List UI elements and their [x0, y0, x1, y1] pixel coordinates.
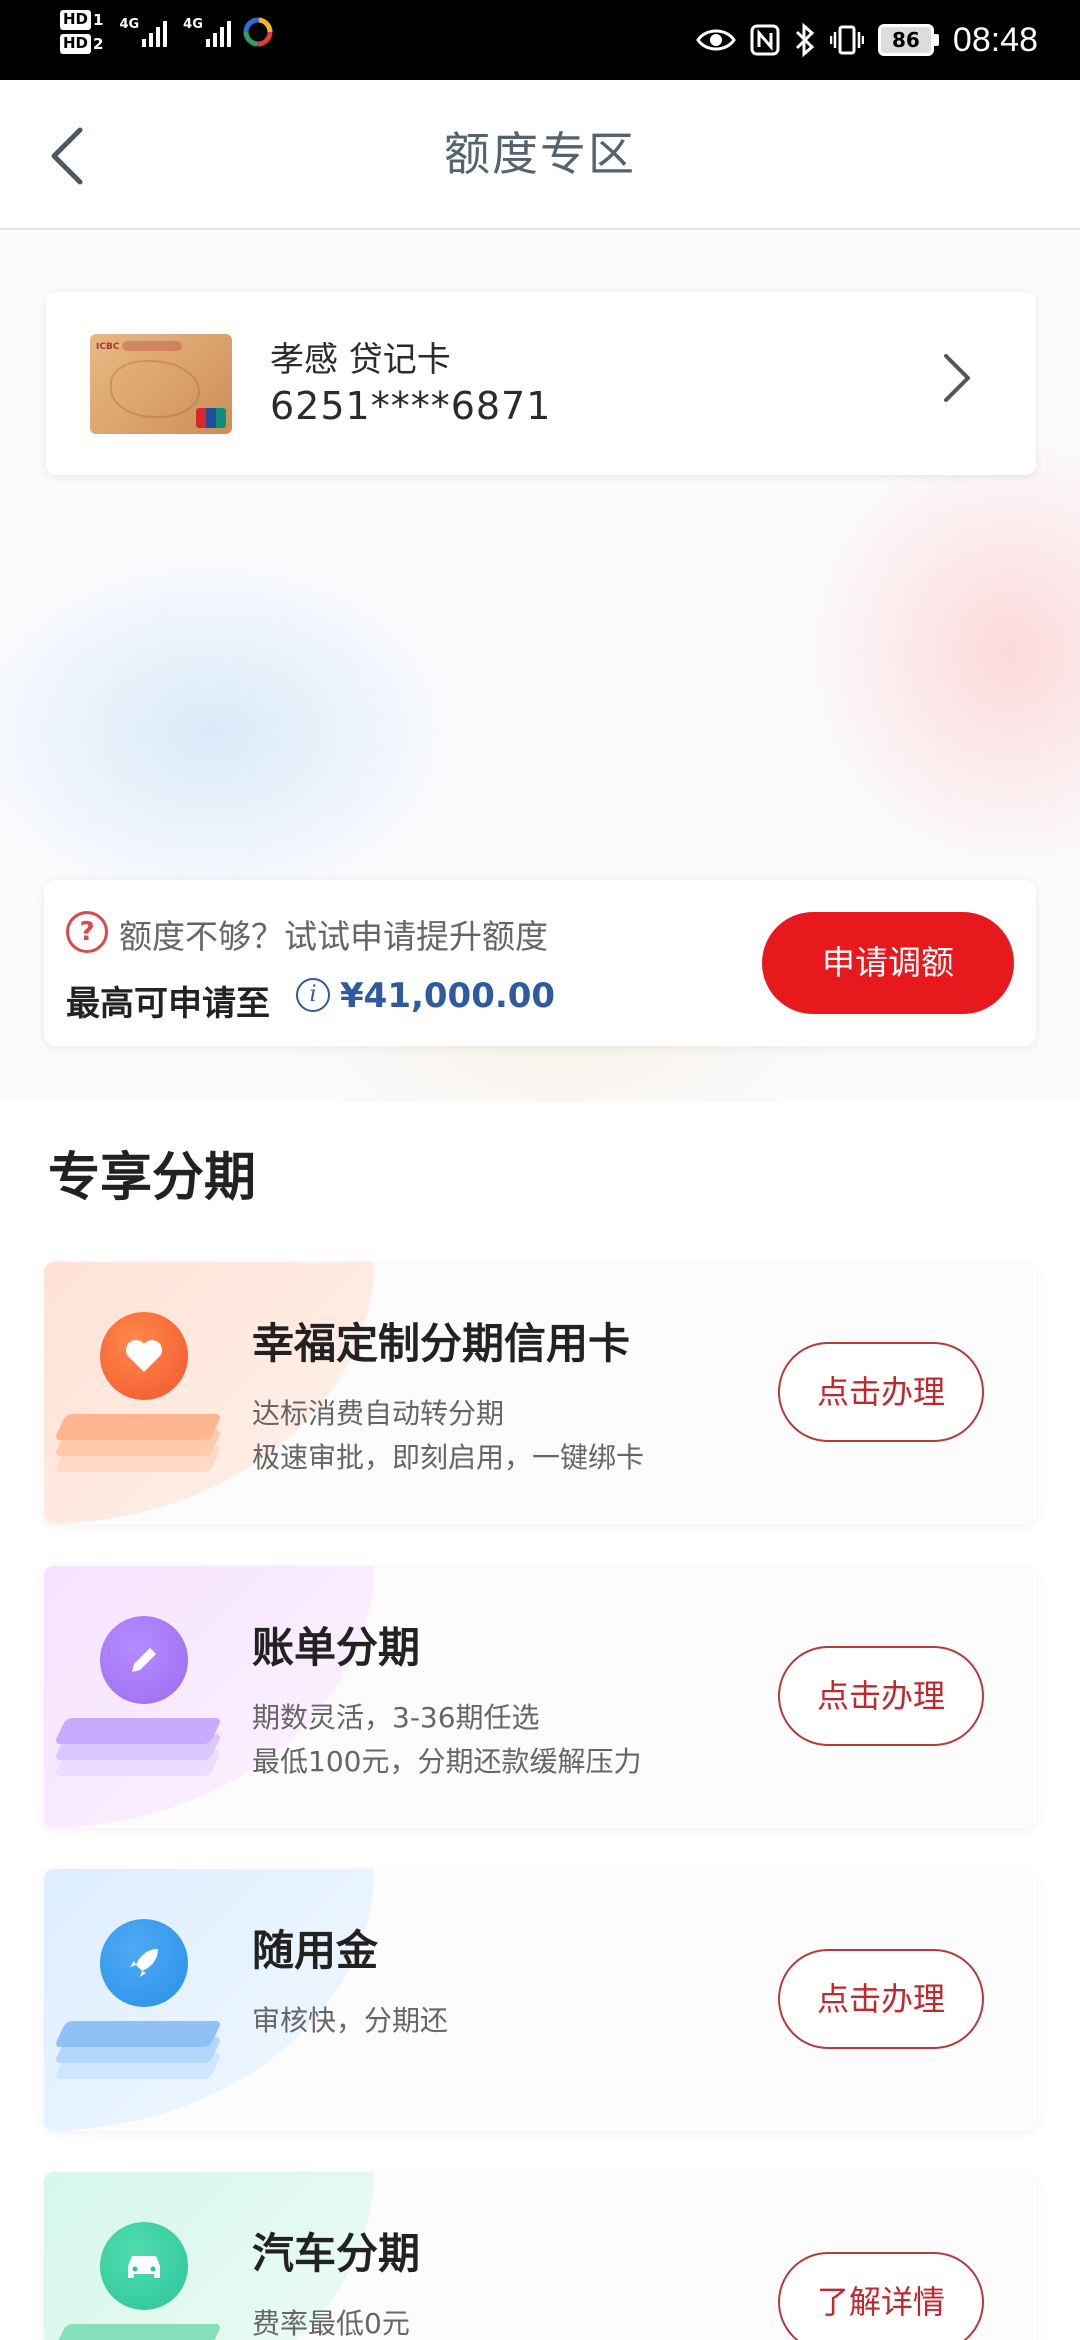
learn-more-button[interactable]: 了解详情 [778, 2252, 984, 2340]
info-icon[interactable]: i [296, 978, 330, 1012]
battery-level: 86 [877, 24, 934, 56]
network-label-1: 4G [119, 17, 140, 32]
service-card-happiness-installment[interactable]: 幸福定制分期信用卡 达标消费自动转分期 极速审批，即刻启用，一键绑卡 点击办理 [44, 1262, 1036, 1524]
service-card-cash-on-demand[interactable]: 随用金 审核快，分期还 点击办理 [44, 1869, 1036, 2131]
service-card-bill-installment[interactable]: 账单分期 期数灵活，3-36期任选 最低100元，分期还款缓解压力 点击办理 [44, 1566, 1036, 1828]
apply-button[interactable]: 点击办理 [778, 1342, 984, 1442]
limit-panel: ? 额度不够？试试申请提升额度 最高可申请至 i ¥41,000.00 申请调额 [44, 880, 1036, 1046]
service-desc-2: 最低100元，分期还款缓解压力 [252, 1745, 642, 1778]
sim2-number: 2 [93, 35, 104, 53]
card-logo-text: ICBC [96, 342, 120, 352]
service-desc-1: 期数灵活，3-36期任选 [252, 1701, 540, 1734]
status-left: HD 1 HD 2 4G 4G [60, 10, 275, 54]
service-title: 账单分期 [252, 1623, 421, 1672]
apply-button[interactable]: 点击办理 [778, 1949, 984, 2049]
apply-button[interactable]: 点击办理 [778, 1646, 984, 1746]
battery-icon: 86 [877, 24, 939, 56]
sim1-hd-badge: HD [60, 10, 92, 30]
car-icon [53, 2222, 223, 2340]
signal-icon-2: 4G [183, 17, 231, 47]
service-desc-1: 达标消费自动转分期 [252, 1397, 505, 1430]
clock: 08:48 [952, 20, 1038, 59]
status-right: 86 08:48 [696, 16, 1038, 64]
nav-bar: 额度专区 [0, 80, 1080, 230]
status-bar: HD 1 HD 2 4G 4G 86 08:48 [0, 0, 1080, 80]
limit-label: 最高可申请至 [66, 984, 270, 1024]
bluetooth-icon [795, 23, 815, 57]
service-title: 随用金 [252, 1926, 379, 1975]
credit-card-image: ICBC [90, 334, 232, 434]
pencil-icon [53, 1616, 223, 1786]
limit-hint: 额度不够？试试申请提升额度 [119, 917, 548, 956]
service-desc-2: 极速审批，即刻启用，一键绑卡 [252, 1441, 645, 1474]
section-title: 专享分期 [48, 1148, 257, 1208]
service-title: 幸福定制分期信用卡 [252, 1319, 631, 1368]
service-card-car-installment[interactable]: 汽车分期 费率最低0元 了解详情 [44, 2172, 1036, 2340]
credit-card-selector[interactable]: ICBC 孝感 贷记卡 6251****6871 [46, 292, 1036, 475]
sim2-hd-badge: HD [60, 34, 92, 54]
rocket-icon [53, 1919, 223, 2089]
apply-adjust-limit-button[interactable]: 申请调额 [762, 912, 1014, 1014]
service-desc-1: 审核快，分期还 [252, 2004, 449, 2037]
service-title: 汽车分期 [252, 2229, 421, 2278]
chevron-right-icon[interactable] [936, 348, 976, 408]
card-number: 6251****6871 [270, 384, 552, 428]
signal-icon-1: 4G [119, 17, 168, 47]
heart-icon [53, 1312, 223, 1482]
page-title: 额度专区 [444, 127, 636, 181]
service-desc-1: 费率最低0元 [252, 2307, 410, 2340]
sim1-number: 1 [93, 11, 104, 29]
unionpay-logo-icon [196, 408, 226, 428]
vibrate-icon [829, 25, 864, 55]
limit-amount: ¥41,000.00 [340, 976, 556, 1016]
network-label-2: 4G [183, 17, 203, 32]
app-loop-icon [243, 17, 273, 47]
card-name: 孝感 贷记卡 [270, 340, 451, 380]
nfc-icon [750, 24, 780, 56]
question-icon: ? [66, 911, 108, 953]
eye-icon [696, 29, 736, 51]
